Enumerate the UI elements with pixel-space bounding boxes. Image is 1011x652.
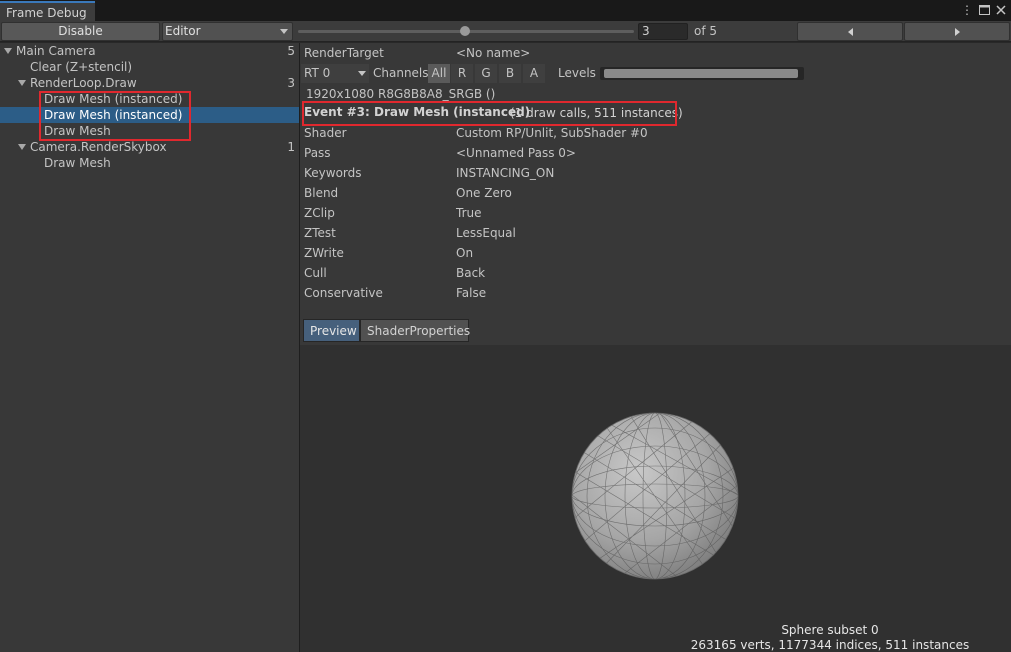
rt-dropdown[interactable]: RT 0 xyxy=(301,64,369,83)
property-value-conservative: False xyxy=(456,286,487,300)
channels-label: Channels xyxy=(373,66,429,80)
channel-g-button[interactable]: G xyxy=(475,64,497,83)
dropdown-arrow-icon xyxy=(358,71,366,76)
property-value-pass: <Unnamed Pass 0> xyxy=(456,146,576,160)
tree-item-main-camera[interactable]: Main Camera 5 xyxy=(0,43,299,59)
target-dropdown[interactable]: Editor xyxy=(162,22,293,41)
property-value-zwrite: On xyxy=(456,246,474,260)
render-target-label: RenderTarget xyxy=(304,46,384,60)
frame-debug-tab[interactable]: Frame Debug xyxy=(0,1,95,21)
toolbar: Disable Editor 3 of 5 xyxy=(0,21,1011,42)
window-titlebar: Frame Debug ⋮ xyxy=(0,0,1011,21)
channel-b-button[interactable]: B xyxy=(499,64,521,83)
tree-item-count: 1 xyxy=(287,140,295,154)
property-value-zclip: True xyxy=(456,206,482,220)
event-details-panel: RenderTarget <No name> RT 0 Channels All… xyxy=(300,43,1011,652)
foldout-arrow-icon[interactable] xyxy=(18,80,26,86)
arrow-left-icon xyxy=(848,28,853,36)
tab-shader-properties[interactable]: ShaderProperties xyxy=(360,319,470,342)
kebab-menu-icon[interactable]: ⋮ xyxy=(961,2,973,18)
close-icon[interactable] xyxy=(995,2,1007,18)
levels-label: Levels xyxy=(558,66,596,80)
mesh-preview-viewport[interactable]: Sphere subset 0 263165 verts, 1177344 in… xyxy=(300,345,1011,652)
property-name-shader: Shader xyxy=(304,126,347,140)
preview-stats: 263165 verts, 1177344 indices, 511 insta… xyxy=(690,638,970,652)
target-dropdown-value: Editor xyxy=(165,24,201,38)
property-value-cull: Back xyxy=(456,266,486,280)
arrow-right-icon xyxy=(955,28,960,36)
property-name-cull: Cull xyxy=(304,266,327,280)
foldout-arrow-icon[interactable] xyxy=(18,144,26,150)
next-event-button[interactable] xyxy=(904,22,1010,41)
sphere-mesh-preview xyxy=(571,412,739,580)
channel-all-button[interactable]: All xyxy=(428,64,450,83)
tree-item-label: Clear (Z+stencil) xyxy=(30,60,133,74)
event-slider-thumb[interactable] xyxy=(460,26,470,36)
property-value-blend: One Zero xyxy=(456,186,512,200)
levels-range[interactable] xyxy=(604,69,798,78)
highlight-box-draw-calls xyxy=(39,91,191,141)
tab-title: Frame Debug xyxy=(6,6,87,20)
tree-item-label: Camera.RenderSkybox xyxy=(30,140,167,154)
tree-item-clear[interactable]: Clear (Z+stencil) xyxy=(0,59,299,75)
previous-event-button[interactable] xyxy=(797,22,903,41)
preview-subset: Sphere subset 0 xyxy=(781,623,879,637)
event-tree: Main Camera 5 Clear (Z+stencil) RenderLo… xyxy=(0,43,299,652)
tree-item-camera-renderskybox[interactable]: Camera.RenderSkybox 1 xyxy=(0,139,299,155)
property-name-pass: Pass xyxy=(304,146,331,160)
tree-item-count: 5 xyxy=(287,44,295,58)
property-name-zwrite: ZWrite xyxy=(304,246,344,260)
preview-caption: Sphere subset 0 263165 verts, 1177344 in… xyxy=(600,623,1011,652)
property-value-shader: Custom RP/Unlit, SubShader #0 xyxy=(456,126,648,140)
property-name-keywords: Keywords xyxy=(304,166,362,180)
tree-item-label: Draw Mesh xyxy=(44,156,111,170)
property-name-ztest: ZTest xyxy=(304,226,336,240)
tree-item-count: 3 xyxy=(287,76,295,90)
event-total-label: of 5 xyxy=(694,24,718,38)
tree-item-label: Main Camera xyxy=(16,44,96,58)
levels-slider[interactable] xyxy=(600,67,804,80)
property-value-keywords: INSTANCING_ON xyxy=(456,166,555,180)
tree-item-draw-mesh-skybox[interactable]: Draw Mesh xyxy=(0,155,299,171)
property-name-blend: Blend xyxy=(304,186,339,200)
tree-item-renderloop-draw[interactable]: RenderLoop.Draw 3 xyxy=(0,75,299,91)
render-target-bar: RT 0 Channels All R G B A Levels xyxy=(300,63,804,84)
channel-a-button[interactable]: A xyxy=(523,64,545,83)
property-name-conservative: Conservative xyxy=(304,286,383,300)
tab-preview[interactable]: Preview xyxy=(303,319,360,342)
event-index-field[interactable]: 3 xyxy=(638,23,688,40)
render-target-value: <No name> xyxy=(456,46,531,60)
window-controls: ⋮ xyxy=(961,2,1007,18)
property-value-ztest: LessEqual xyxy=(456,226,516,240)
property-name-zclip: ZClip xyxy=(304,206,335,220)
channel-r-button[interactable]: R xyxy=(451,64,473,83)
dropdown-arrow-icon xyxy=(280,29,288,34)
tree-item-label: RenderLoop.Draw xyxy=(30,76,137,90)
rt-dropdown-value: RT 0 xyxy=(304,66,331,80)
disable-button[interactable]: Disable xyxy=(1,22,160,41)
foldout-arrow-icon[interactable] xyxy=(4,48,12,54)
maximize-icon[interactable] xyxy=(978,2,990,18)
